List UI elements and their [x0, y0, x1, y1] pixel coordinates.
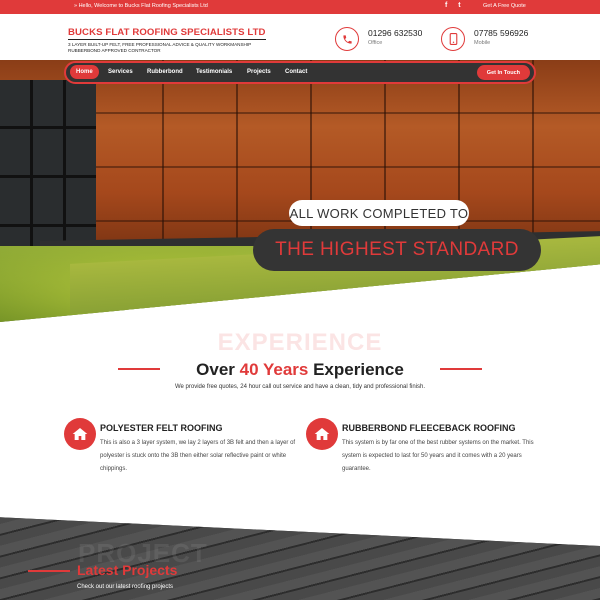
feature-title: POLYESTER FELT ROOFING — [100, 423, 223, 433]
facebook-icon[interactable]: f — [445, 2, 447, 9]
experience-title: Over 40 Years Experience — [196, 360, 404, 379]
top-bar: » Hello, Welcome to Bucks Flat Roofing S… — [0, 0, 600, 14]
home-icon — [64, 418, 96, 450]
twitter-icon[interactable]: t — [458, 2, 460, 9]
tagline-2: RUBBERBOND APPROVED CONTRACTOR — [68, 47, 161, 53]
company-name: BUCKS FLAT ROOFING SPECIALISTS LTD — [68, 27, 266, 40]
nav-testimonials[interactable]: Testimonials — [191, 65, 237, 79]
office-label: Office — [368, 40, 383, 46]
get-in-touch-button[interactable]: Get In Touch — [476, 65, 530, 80]
mobile-icon — [441, 27, 465, 51]
hero-headline-1: ALL WORK COMPLETED TO — [289, 200, 469, 226]
projects-divider — [28, 570, 70, 572]
hero-banner: ALL WORK COMPLETED TO THE HIGHEST STANDA… — [0, 60, 600, 322]
feature-title: RUBBERBOND FLEECEBACK ROOFING — [342, 423, 516, 433]
nav-services[interactable]: Services — [103, 65, 138, 79]
nav-rubberbond[interactable]: Rubberbond — [142, 65, 188, 79]
feature-text: This is also a 3 layer system, we lay 2 … — [100, 440, 296, 472]
experience-subtitle: We provide free quotes, 24 hour call out… — [174, 384, 426, 390]
site-header: BUCKS FLAT ROOFING SPECIALISTS LTD 3 LAY… — [0, 14, 600, 64]
main-nav: Home Services Rubberbond Testimonials Pr… — [64, 61, 536, 84]
mobile-label: Mobile — [474, 40, 491, 46]
welcome-text: » Hello, Welcome to Bucks Flat Roofing S… — [74, 3, 208, 9]
experience-watermark: EXPERIENCE — [217, 329, 383, 356]
phone-icon — [335, 27, 359, 51]
nav-contact[interactable]: Contact — [280, 65, 312, 79]
hero-headline-2: THE HIGHEST STANDARD — [253, 229, 541, 271]
nav-home[interactable]: Home — [70, 65, 99, 79]
tagline-1: 3 LAYER BUILT-UP FELT, FREE PROFESSIONAL… — [68, 42, 252, 47]
projects-title: Latest Projects — [77, 562, 178, 578]
years-highlight: 40 Years — [239, 360, 309, 379]
social-links: f t — [445, 2, 470, 9]
home-icon — [306, 418, 338, 450]
feature-text: This system is by far one of the best ru… — [342, 440, 534, 472]
office-number[interactable]: 01296 632530 — [368, 28, 422, 38]
free-quote-link[interactable]: Get A Free Quote — [483, 3, 526, 9]
nav-projects[interactable]: Projects — [242, 65, 276, 79]
projects-subtitle: Check out our latest roofing projects — [77, 584, 174, 590]
brand-logo[interactable]: BUCKS FLAT ROOFING SPECIALISTS LTD 3 LAY… — [68, 27, 266, 53]
mobile-number[interactable]: 07785 596926 — [474, 28, 528, 38]
